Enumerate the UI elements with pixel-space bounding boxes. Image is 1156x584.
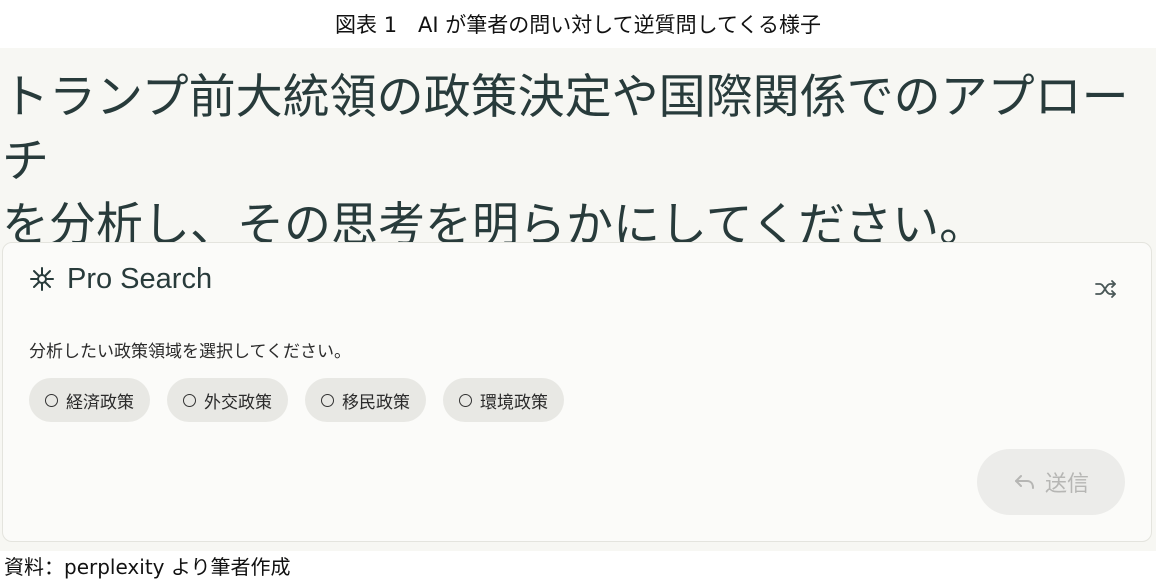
reply-arrow-icon — [1014, 475, 1034, 489]
clarifying-question: 分析したい政策領域を選択してください。 — [29, 342, 351, 362]
radio-icon — [45, 393, 58, 407]
figure-page: 図表 1 AI が筆者の問い対して逆質問してくる様子 トランプ前大統領の政策決定… — [0, 0, 1156, 584]
user-query: トランプ前大統領の政策決定や国際関係でのアプローチ を分析し、その思考を明らかに… — [2, 66, 1152, 258]
send-button[interactable]: 送信 — [977, 449, 1125, 515]
option-environmental-policy[interactable]: 環境政策 — [443, 378, 564, 422]
perplexity-screenshot-panel: トランプ前大統領の政策決定や国際関係でのアプローチ を分析し、その思考を明らかに… — [0, 48, 1156, 551]
radio-icon — [459, 393, 472, 407]
option-label: 経済政策 — [66, 392, 134, 413]
option-immigration-policy[interactable]: 移民政策 — [305, 378, 426, 422]
option-economic-policy[interactable]: 経済政策 — [29, 378, 150, 422]
pro-search-card: Pro Search 分析したい政策領域を選択してください。 経済政策 外交政策… — [2, 242, 1152, 542]
figure-caption: 図表 1 AI が筆者の問い対して逆質問してくる様子 — [335, 13, 821, 37]
radio-icon — [321, 393, 334, 407]
pro-search-title: Pro Search — [67, 262, 213, 295]
sparkle-asterisk-icon — [30, 267, 54, 291]
user-query-line-1: トランプ前大統領の政策決定や国際関係でのアプローチ — [2, 70, 1129, 189]
source-note: 資料：perplexity より筆者作成 — [4, 555, 291, 579]
option-label: 移民政策 — [342, 392, 410, 413]
option-label: 環境政策 — [480, 392, 548, 413]
policy-options: 経済政策 外交政策 移民政策 環境政策 — [29, 378, 564, 422]
pro-search-header: Pro Search — [29, 261, 212, 297]
option-label: 外交政策 — [204, 392, 272, 413]
shuffle-icon[interactable] — [1095, 279, 1117, 299]
send-label: 送信 — [1044, 471, 1089, 496]
radio-icon — [183, 393, 196, 407]
option-foreign-policy[interactable]: 外交政策 — [167, 378, 288, 422]
